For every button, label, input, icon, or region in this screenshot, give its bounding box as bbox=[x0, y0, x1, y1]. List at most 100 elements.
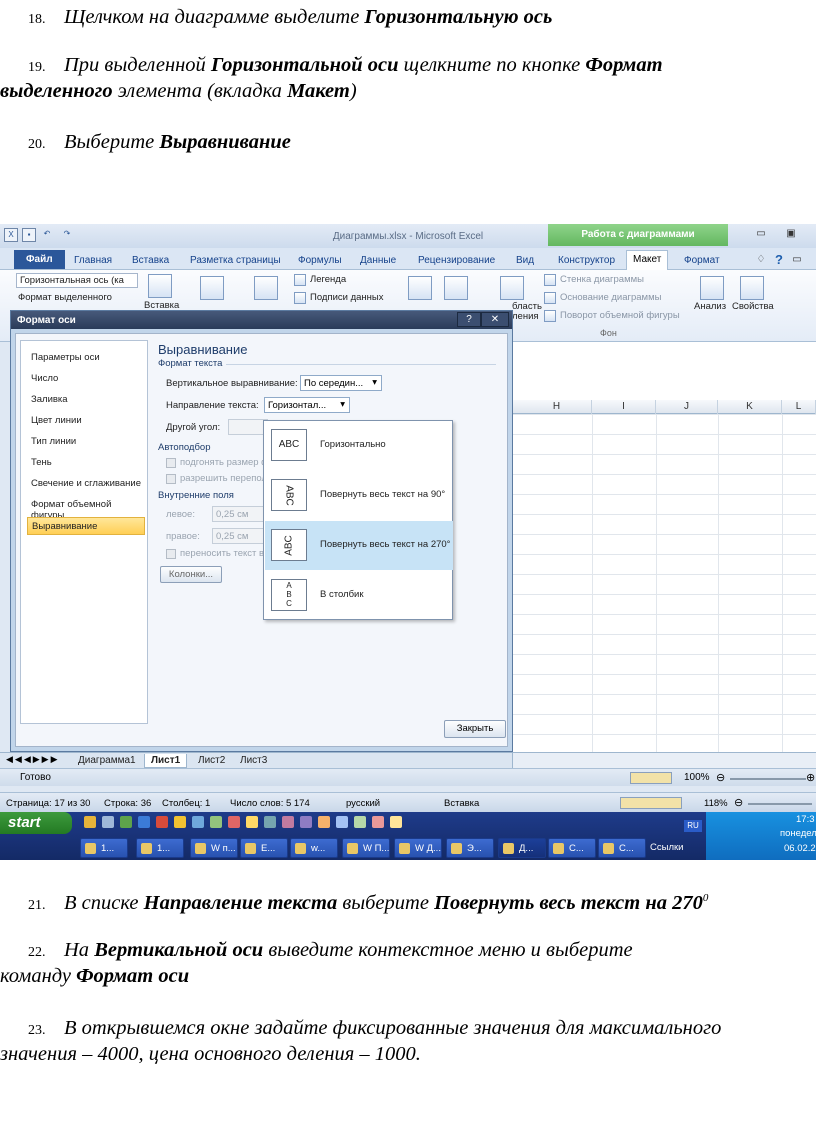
quick-launch-icon[interactable] bbox=[84, 816, 96, 828]
dialog-close-x-button[interactable]: ✕ bbox=[481, 312, 509, 327]
taskbar-button[interactable]: С... bbox=[598, 838, 646, 858]
quick-launch-icon[interactable] bbox=[390, 816, 402, 828]
zoom-out-icon[interactable]: ⊖ bbox=[716, 771, 725, 784]
quick-launch-icon[interactable] bbox=[210, 816, 222, 828]
option-horizontal[interactable]: ABC Горизонтально bbox=[265, 421, 453, 470]
format-selection-button[interactable]: Формат выделенного bbox=[18, 292, 112, 303]
quick-launch-icon[interactable] bbox=[354, 816, 366, 828]
sheet-tab-sheet1[interactable]: Лист1 bbox=[144, 754, 188, 768]
overflow-checkbox[interactable] bbox=[166, 474, 176, 484]
links-toolbar[interactable]: Ссылки bbox=[650, 842, 683, 853]
data-labels-button[interactable]: Подписи данных bbox=[310, 292, 384, 303]
taskbar-button[interactable]: Э... bbox=[446, 838, 494, 858]
chart-title-icon[interactable] bbox=[200, 276, 224, 300]
start-button[interactable]: start bbox=[0, 812, 72, 834]
wrap-checkbox[interactable] bbox=[166, 549, 176, 559]
tab-design[interactable]: Конструктор bbox=[552, 252, 621, 270]
left-margin-input[interactable]: 0,25 см bbox=[212, 506, 264, 522]
word-language[interactable]: русский bbox=[346, 798, 380, 809]
column-header-i[interactable]: I bbox=[592, 400, 656, 414]
chart-wall-button[interactable]: Стенка диаграммы bbox=[560, 274, 644, 285]
dialog-help-button[interactable]: ? bbox=[457, 312, 481, 327]
tab-file[interactable]: Файл bbox=[14, 250, 65, 269]
help-icon[interactable]: ? bbox=[770, 252, 788, 267]
nav-line-color[interactable]: Цвет линии bbox=[27, 412, 145, 430]
column-header-j[interactable]: J bbox=[656, 400, 718, 414]
minimize-icon[interactable]: ▭ bbox=[752, 228, 770, 242]
chart-element-select[interactable]: Горизонтальная ось (ка bbox=[16, 273, 138, 288]
quick-launch-icon[interactable] bbox=[138, 816, 150, 828]
tab-layout[interactable]: Макет bbox=[626, 250, 669, 271]
quick-launch-icon[interactable] bbox=[318, 816, 330, 828]
right-margin-input[interactable]: 0,25 см bbox=[212, 528, 264, 544]
column-header-l[interactable]: L bbox=[782, 400, 816, 414]
text-direction-select[interactable]: Горизонтал... ▾ bbox=[264, 397, 350, 413]
column-header-h[interactable]: H bbox=[522, 400, 592, 414]
columns-button[interactable]: Колонки... bbox=[160, 566, 222, 583]
close-button[interactable]: Закрыть bbox=[444, 720, 506, 738]
taskbar-button[interactable]: Е... bbox=[240, 838, 288, 858]
quick-launch-icon[interactable] bbox=[120, 816, 132, 828]
autofit-checkbox[interactable] bbox=[166, 458, 176, 468]
quick-launch-icon[interactable] bbox=[336, 816, 348, 828]
word-zoom[interactable]: 118% bbox=[704, 798, 728, 809]
nav-glow[interactable]: Свечение и сглаживание bbox=[27, 475, 145, 493]
quick-launch-icon[interactable] bbox=[372, 816, 384, 828]
option-rotate-90[interactable]: ABC Повернуть весь текст на 90° bbox=[265, 471, 453, 520]
axis-titles-icon[interactable] bbox=[254, 276, 278, 300]
plot-area-icon[interactable] bbox=[500, 276, 524, 300]
taskbar-button[interactable]: w... bbox=[290, 838, 338, 858]
excel-zoom-slider[interactable] bbox=[730, 778, 806, 780]
quick-launch-icon[interactable] bbox=[282, 816, 294, 828]
tab-view[interactable]: Вид bbox=[510, 252, 540, 270]
nav-fill[interactable]: Заливка bbox=[27, 391, 145, 409]
taskbar-button[interactable]: 1... bbox=[136, 838, 184, 858]
quick-launch-icon[interactable] bbox=[174, 816, 186, 828]
tab-formulas[interactable]: Формулы bbox=[292, 252, 348, 270]
quick-launch-icon[interactable] bbox=[246, 816, 258, 828]
option-stacked[interactable]: A B C В столбик bbox=[265, 571, 453, 620]
tab-data[interactable]: Данные bbox=[354, 252, 402, 270]
sheet-tab-sheet3[interactable]: Лист3 bbox=[234, 754, 273, 768]
taskbar-button[interactable]: W п... bbox=[190, 838, 238, 858]
legend-button[interactable]: Легенда bbox=[310, 274, 346, 285]
quick-launch-icon[interactable] bbox=[264, 816, 276, 828]
3d-rotation-button[interactable]: Поворот объемной фигуры bbox=[560, 310, 680, 321]
tab-insert[interactable]: Вставка bbox=[126, 252, 175, 270]
chart-floor-button[interactable]: Основание диаграммы bbox=[560, 292, 661, 303]
nav-alignment[interactable]: Выравнивание bbox=[27, 517, 145, 535]
taskbar-button[interactable]: Д... bbox=[498, 838, 546, 858]
analysis-icon[interactable] bbox=[700, 276, 724, 300]
view-buttons-icon[interactable] bbox=[630, 772, 672, 784]
column-header-k[interactable]: K bbox=[718, 400, 782, 414]
taskbar-button[interactable]: W П... bbox=[342, 838, 390, 858]
insert-icon[interactable] bbox=[148, 274, 172, 298]
clock-time[interactable]: 17:3 bbox=[796, 814, 815, 825]
sheet-nav-arrows-icon[interactable]: ◀◀◀▶▶▶ bbox=[6, 754, 60, 765]
maximize-icon[interactable]: ▣ bbox=[782, 228, 800, 242]
excel-zoom-level[interactable]: 100% bbox=[684, 772, 710, 783]
word-view-buttons-icon[interactable] bbox=[620, 797, 682, 809]
nav-line-style[interactable]: Тип линии bbox=[27, 433, 145, 451]
quick-launch-icon[interactable] bbox=[192, 816, 204, 828]
taskbar-button[interactable]: 1... bbox=[80, 838, 128, 858]
tab-format[interactable]: Формат bbox=[678, 252, 726, 270]
language-indicator[interactable]: RU bbox=[684, 820, 702, 832]
restore-icon[interactable]: ▭ bbox=[788, 254, 806, 268]
gridlines-icon[interactable] bbox=[444, 276, 468, 300]
taskbar-button[interactable]: W Д... bbox=[394, 838, 442, 858]
zoom-in-icon[interactable]: ⊕ bbox=[806, 771, 815, 784]
axes-icon[interactable] bbox=[408, 276, 432, 300]
nav-3d-format[interactable]: Формат объемной фигуры bbox=[27, 496, 145, 521]
quick-launch-icon[interactable] bbox=[228, 816, 240, 828]
word-count[interactable]: Число слов: 5 174 bbox=[230, 798, 310, 809]
nav-number[interactable]: Число bbox=[27, 370, 145, 388]
word-page[interactable]: Страница: 17 из 30 bbox=[6, 798, 90, 809]
quick-launch-icon[interactable] bbox=[156, 816, 168, 828]
word-insert-mode[interactable]: Вставка bbox=[444, 798, 479, 809]
word-zoom-slider[interactable] bbox=[748, 803, 812, 805]
quick-launch-icon[interactable] bbox=[102, 816, 114, 828]
tab-page-layout[interactable]: Разметка страницы bbox=[184, 252, 287, 270]
tab-review[interactable]: Рецензирование bbox=[412, 252, 501, 270]
sheet-tab-sheet2[interactable]: Лист2 bbox=[192, 754, 231, 768]
